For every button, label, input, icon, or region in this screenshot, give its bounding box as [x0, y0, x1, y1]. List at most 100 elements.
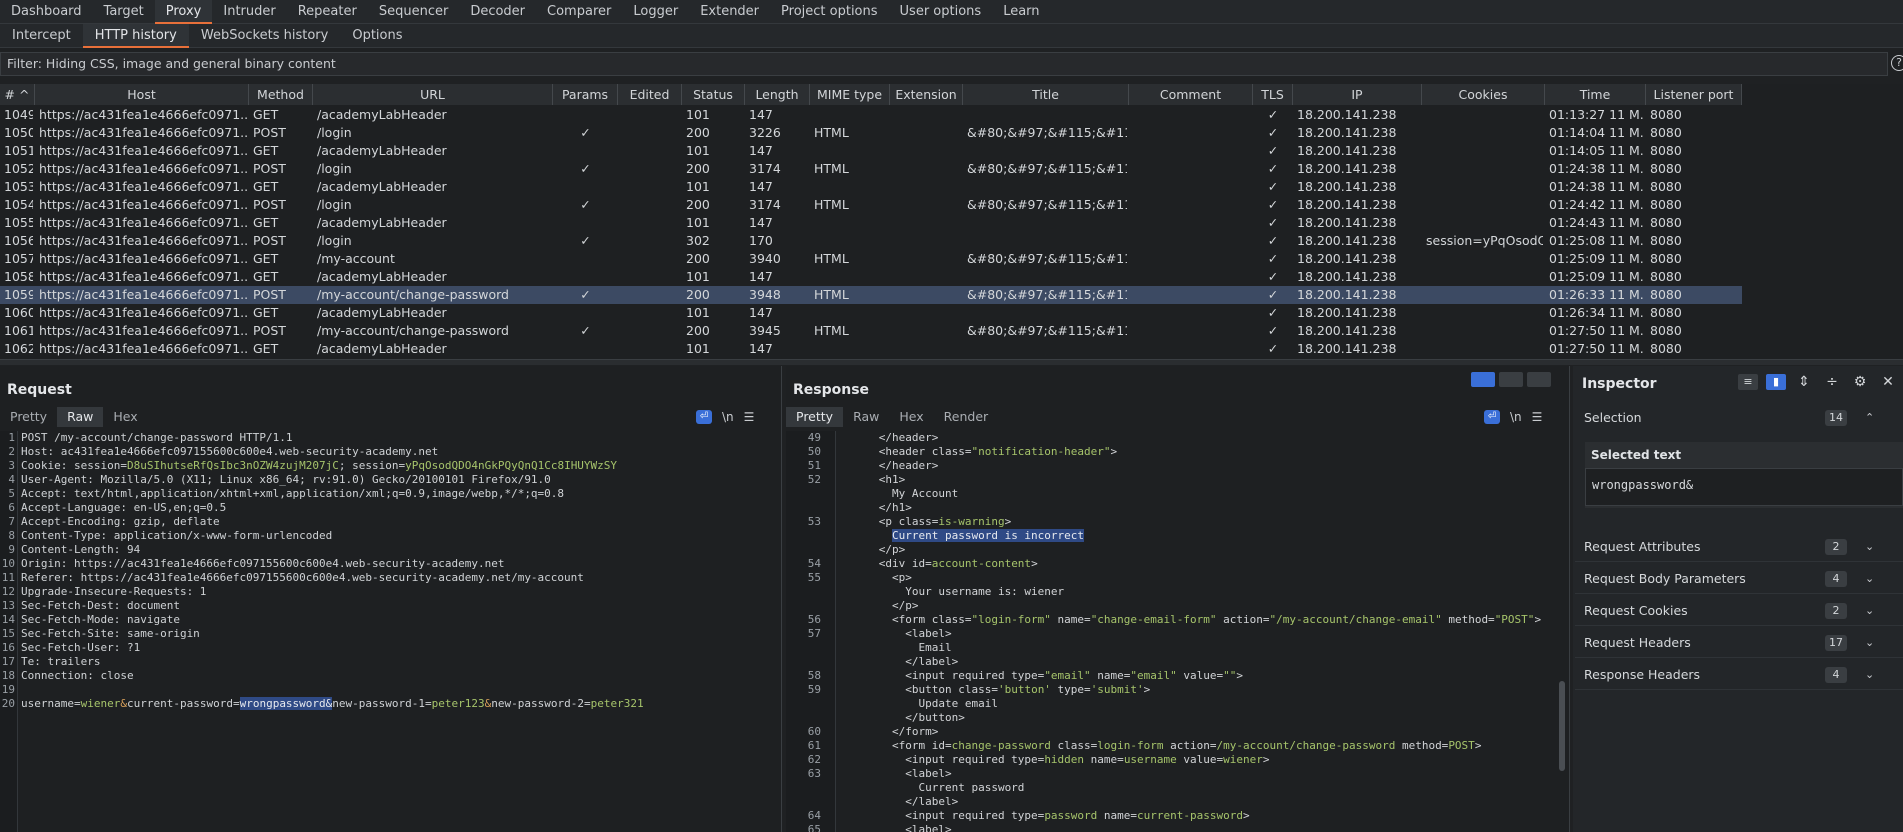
menu-icon[interactable]: ☰ — [1532, 410, 1543, 424]
cell-status: 200 — [686, 197, 710, 212]
column-header-edited[interactable]: Edited — [618, 84, 682, 105]
inspector-section-request-headers[interactable]: Request Headers 17 ⌄ — [1575, 628, 1903, 658]
table-row[interactable]: 1051 https://ac431fea1e4666efc0971... GET /… — [0, 142, 1742, 160]
column-header-status[interactable]: Status — [682, 84, 745, 105]
selected-text-value[interactable]: wrongpassword& — [1585, 468, 1903, 506]
list-view-icon[interactable]: ≡ — [1738, 374, 1758, 390]
cell-params — [555, 268, 616, 286]
layout-tabs-button[interactable] — [1527, 372, 1551, 387]
tab-learn[interactable]: Learn — [992, 0, 1050, 24]
table-row[interactable]: 1052 https://ac431fea1e4666efc0971... POST… — [0, 160, 1742, 178]
table-row[interactable]: 1057 https://ac431fea1e4666efc0971... GET /… — [0, 250, 1742, 268]
close-icon[interactable]: ✕ — [1878, 374, 1898, 390]
subtab-websockets-history[interactable]: WebSockets history — [189, 24, 340, 48]
expand-all-icon[interactable]: ⇕ — [1794, 374, 1814, 390]
table-row[interactable]: 1050 https://ac431fea1e4666efc0971... POST… — [0, 124, 1742, 142]
collapse-all-icon[interactable]: ÷ — [1822, 374, 1842, 390]
response-tab-raw[interactable]: Raw — [843, 407, 889, 427]
cell-cookies — [1424, 286, 1543, 304]
tab-project-options[interactable]: Project options — [770, 0, 889, 24]
inspector-section-request-body-parameters[interactable]: Request Body Parameters 4 ⌄ — [1575, 564, 1903, 594]
column-header-listener-port[interactable]: Listener port — [1646, 84, 1742, 105]
column-header-time[interactable]: Time — [1545, 84, 1646, 105]
subtab-http-history[interactable]: HTTP history — [82, 24, 189, 48]
tab-decoder[interactable]: Decoder — [459, 0, 536, 24]
request-tab-pretty[interactable]: Pretty — [0, 407, 57, 427]
tab-dashboard[interactable]: Dashboard — [0, 0, 93, 24]
request-editor[interactable]: 1 POST /my-account/change-password HTTP/1… — [0, 431, 781, 832]
column-header-title[interactable]: Title — [963, 84, 1129, 105]
tab-repeater[interactable]: Repeater — [287, 0, 368, 24]
request-tab-raw[interactable]: Raw — [57, 407, 104, 427]
table-row[interactable]: 1054 https://ac431fea1e4666efc0971... POST… — [0, 196, 1742, 214]
table-row[interactable]: 1049 https://ac431fea1e4666efc0971... GET /… — [0, 106, 1742, 124]
tab-proxy[interactable]: Proxy — [154, 0, 213, 24]
column-header-ip[interactable]: IP — [1293, 84, 1422, 105]
cell-port: 8080 — [1650, 215, 1682, 230]
table-row[interactable]: 1055 https://ac431fea1e4666efc0971... GET /… — [0, 214, 1742, 232]
tab-comparer[interactable]: Comparer — [536, 0, 622, 24]
column-header-cookies[interactable]: Cookies — [1422, 84, 1545, 105]
table-row[interactable]: 1061 https://ac431fea1e4666efc0971... POST… — [0, 322, 1742, 340]
section-label: Response Headers — [1584, 667, 1701, 682]
menu-icon[interactable]: ☰ — [744, 410, 755, 424]
tab-user-options[interactable]: User options — [889, 0, 993, 24]
filter-bar[interactable]: Filter: Hiding CSS, image and general bi… — [0, 52, 1888, 76]
split-divider[interactable] — [0, 359, 1903, 365]
cell-ip: 18.200.141.238 — [1297, 305, 1397, 320]
column-header-num[interactable]: # ^ — [0, 84, 35, 105]
table-row[interactable]: 1062 https://ac431fea1e4666efc0971... GET /… — [0, 340, 1742, 358]
table-row[interactable]: 1060 https://ac431fea1e4666efc0971... GET /… — [0, 304, 1742, 322]
cell-status: 101 — [686, 305, 710, 320]
table-row[interactable]: 1058 https://ac431fea1e4666efc0971... GET /… — [0, 268, 1742, 286]
gear-icon[interactable]: ⚙ — [1850, 374, 1870, 390]
column-header-comment[interactable]: Comment — [1129, 84, 1253, 105]
column-header-extension[interactable]: Extension — [890, 84, 963, 105]
help-icon[interactable]: ? — [1891, 55, 1903, 71]
code-text: Connection: close — [21, 669, 134, 682]
tab-extender[interactable]: Extender — [689, 0, 770, 24]
response-tab-hex[interactable]: Hex — [889, 407, 933, 427]
column-header-mime-type[interactable]: MIME type — [810, 84, 890, 105]
selection-section[interactable]: Selection 14 ⌃ — [1575, 403, 1903, 433]
panel-view-icon[interactable]: ▮ — [1766, 374, 1786, 390]
wrap-lines-icon[interactable]: ⏎ — [1484, 410, 1500, 424]
response-tab-render[interactable]: Render — [934, 407, 999, 427]
layout-side-by-side-button[interactable] — [1471, 372, 1495, 387]
newline-toggle-icon[interactable]: \n — [722, 410, 734, 424]
table-row[interactable]: 1059 https://ac431fea1e4666efc0971... POST… — [0, 286, 1742, 304]
inspector-section-request-attributes[interactable]: Request Attributes 2 ⌄ — [1575, 532, 1903, 562]
code-text: Current password is incorrect — [891, 529, 1085, 542]
vertical-scrollbar[interactable] — [1559, 681, 1565, 771]
response-editor[interactable]: 49 </header> 50 <header class="notificati… — [786, 431, 1569, 832]
request-tab-hex[interactable]: Hex — [103, 407, 147, 427]
column-header-host[interactable]: Host — [35, 84, 249, 105]
inspector-section-request-cookies[interactable]: Request Cookies 2 ⌄ — [1575, 596, 1903, 626]
cell-title — [965, 142, 1127, 160]
cell-tls: ✓ — [1267, 323, 1279, 338]
column-header-method[interactable]: Method — [249, 84, 313, 105]
subtab-options[interactable]: Options — [340, 24, 414, 48]
chevron-down-icon: ⌄ — [1865, 636, 1875, 649]
tab-logger[interactable]: Logger — [622, 0, 689, 24]
column-header-params[interactable]: Params — [553, 84, 618, 105]
column-header-url[interactable]: URL — [313, 84, 553, 105]
line-number: 12 — [1, 585, 15, 598]
tab-intruder[interactable]: Intruder — [212, 0, 286, 24]
column-header-tls[interactable]: TLS — [1253, 84, 1293, 105]
tab-target[interactable]: Target — [93, 0, 155, 24]
cell-status: 200 — [686, 287, 710, 302]
tab-sequencer[interactable]: Sequencer — [368, 0, 459, 24]
subtab-intercept[interactable]: Intercept — [0, 24, 83, 48]
inspector-section-response-headers[interactable]: Response Headers 4 ⌄ — [1575, 660, 1903, 690]
response-tab-pretty[interactable]: Pretty — [786, 407, 844, 427]
table-row[interactable]: 1053 https://ac431fea1e4666efc0971... GET /… — [0, 178, 1742, 196]
layout-stacked-button[interactable] — [1499, 372, 1523, 387]
code-text: </h1> — [839, 501, 912, 514]
wrap-lines-icon[interactable]: ⏎ — [696, 410, 712, 424]
cell-status: 101 — [686, 215, 710, 230]
newline-toggle-icon[interactable]: \n — [1510, 410, 1522, 424]
column-header-length[interactable]: Length — [745, 84, 810, 105]
cell-ip: 18.200.141.238 — [1297, 215, 1397, 230]
table-row[interactable]: 1056 https://ac431fea1e4666efc0971... POST… — [0, 232, 1742, 250]
